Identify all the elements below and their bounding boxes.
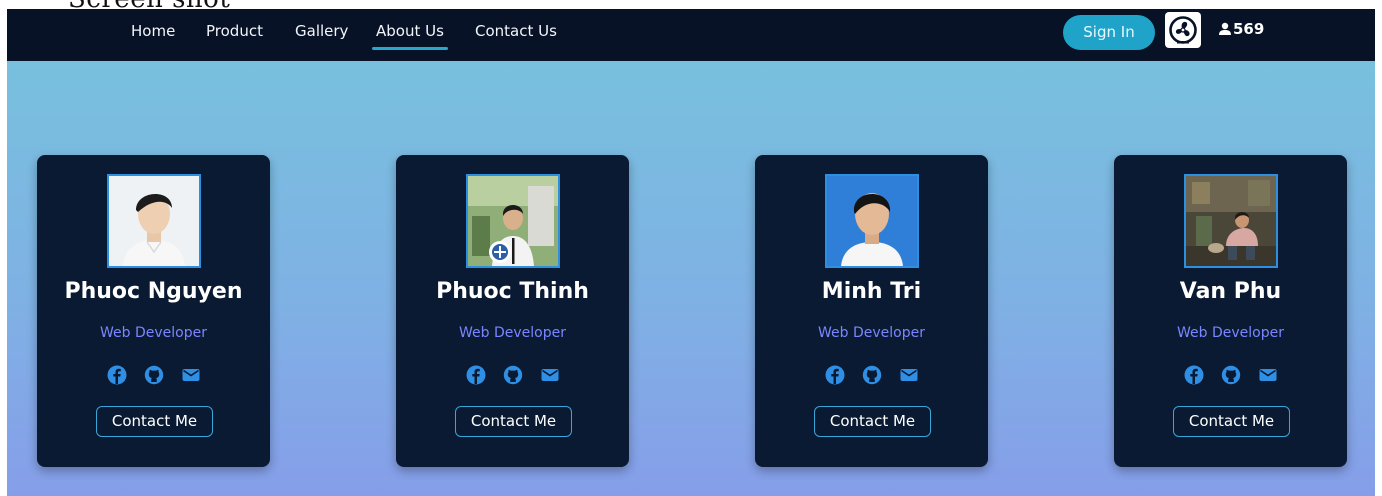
nav-home-link[interactable]: Home [131, 22, 175, 40]
member-name: Minh Tri [821, 279, 922, 304]
fan-logo-button[interactable] [1165, 12, 1201, 48]
fan-logo-icon [1169, 16, 1197, 44]
github-icon[interactable] [144, 365, 164, 385]
member-role: Web Developer [100, 325, 207, 341]
contact-me-button[interactable]: Contact Me [96, 406, 213, 437]
social-links [1114, 365, 1347, 385]
contact-me-button[interactable]: Contact Me [455, 406, 572, 437]
visitor-counter: 569 [1218, 20, 1264, 38]
team-card: Phuoc Thinh Web Developer Contact Me [396, 155, 629, 467]
team-card: Minh Tri Web Developer Contact Me [755, 155, 988, 467]
envelope-icon[interactable] [1258, 365, 1278, 385]
social-links [37, 365, 270, 385]
member-name: Phuoc Nguyen [64, 279, 243, 304]
facebook-icon[interactable] [466, 365, 486, 385]
team-card: Phuoc Nguyen Web Developer Contact Me [37, 155, 270, 467]
contact-me-button[interactable]: Contact Me [1173, 406, 1290, 437]
github-icon[interactable] [1221, 365, 1241, 385]
envelope-icon[interactable] [899, 365, 919, 385]
top-navbar: Home Product Gallery About Us Contact Us… [7, 9, 1375, 61]
social-links [755, 365, 988, 385]
member-role: Web Developer [1177, 325, 1284, 341]
social-links [396, 365, 629, 385]
facebook-icon[interactable] [1184, 365, 1204, 385]
nav-about-us-link[interactable]: About Us [372, 22, 448, 50]
nav-product-link[interactable]: Product [206, 22, 263, 40]
member-name: Van Phu [1179, 279, 1282, 304]
envelope-icon[interactable] [540, 365, 560, 385]
visitor-count: 569 [1233, 20, 1265, 38]
avatar [466, 174, 560, 268]
envelope-icon[interactable] [181, 365, 201, 385]
sign-in-button[interactable]: Sign In [1063, 15, 1155, 50]
member-name: Phuoc Thinh [436, 279, 589, 304]
member-role: Web Developer [459, 325, 566, 341]
facebook-icon[interactable] [107, 365, 127, 385]
github-icon[interactable] [862, 365, 882, 385]
avatar [107, 174, 201, 268]
contact-me-button[interactable]: Contact Me [814, 406, 931, 437]
avatar [825, 174, 919, 268]
user-icon [1219, 22, 1231, 35]
facebook-icon[interactable] [825, 365, 845, 385]
member-role: Web Developer [818, 325, 925, 341]
nav-gallery-link[interactable]: Gallery [295, 22, 348, 40]
team-section: Phuoc Nguyen Web Developer Contact Me Ph… [7, 61, 1375, 496]
github-icon[interactable] [503, 365, 523, 385]
team-card: Van Phu Web Developer Contact Me [1114, 155, 1347, 467]
avatar [1184, 174, 1278, 268]
nav-contact-us-link[interactable]: Contact Us [475, 22, 557, 40]
